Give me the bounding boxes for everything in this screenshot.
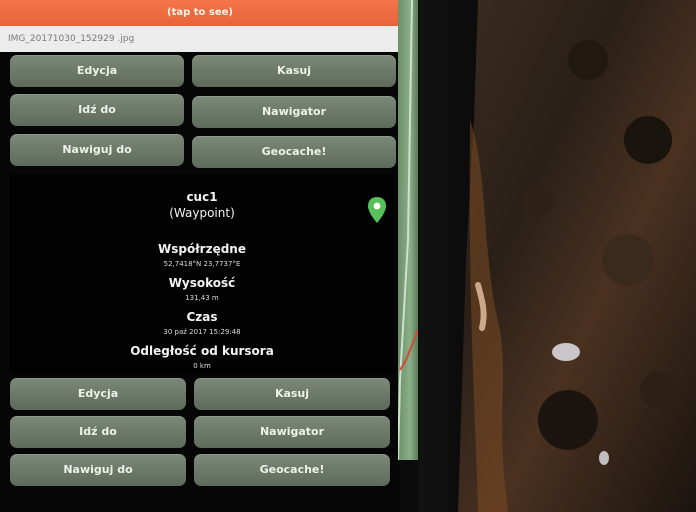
navigate-to-button-bottom[interactable]: Nawiguj do [10, 454, 186, 486]
time-value: 30 paź 2017 15:29:48 [163, 328, 241, 336]
soil-photo [448, 0, 696, 512]
time-label: Czas [186, 310, 218, 324]
edit-button-bottom[interactable]: Edycja [10, 378, 186, 410]
tap-to-see-bar[interactable]: (tap to see) [0, 0, 400, 26]
distance-value: 0 km [193, 362, 211, 370]
altitude-label: Wysokość [168, 276, 236, 290]
waypoint-info-panel: cuc1 (Waypoint) Współrzędne 52,7418°N 23… [10, 174, 394, 374]
navigate-to-button[interactable]: Nawiguj do [10, 134, 184, 166]
location-pin-icon[interactable] [366, 196, 388, 224]
photo-frame: (tap to see) IMG_20171030_152929 .jpg Ed… [0, 0, 696, 512]
delete-button[interactable]: Kasuj [192, 55, 396, 87]
delete-button-bottom[interactable]: Kasuj [194, 378, 390, 410]
waypoint-name: cuc1 [186, 190, 218, 204]
edit-button[interactable]: Edycja [10, 55, 184, 87]
map-strip[interactable] [397, 0, 419, 461]
go-to-button-bottom[interactable]: Idź do [10, 416, 186, 448]
distance-label: Odległość od kursora [130, 344, 274, 358]
coordinates-value: 52,7418°N 23,7737°E [163, 260, 241, 268]
coordinates-label: Współrzędne [158, 242, 246, 256]
navigator-button-bottom[interactable]: Nawigator [194, 416, 390, 448]
geocache-button-bottom[interactable]: Geocache! [194, 454, 390, 486]
navigator-button[interactable]: Nawigator [192, 96, 396, 128]
device-screen: (tap to see) IMG_20171030_152929 .jpg Ed… [0, 0, 400, 512]
geocache-button[interactable]: Geocache! [192, 136, 396, 168]
filename-field: IMG_20171030_152929 .jpg [0, 26, 400, 52]
altitude-value: 131,43 m [185, 294, 219, 302]
waypoint-type: (Waypoint) [169, 206, 235, 220]
go-to-button[interactable]: Idź do [10, 94, 184, 126]
map-road-lines [397, 0, 419, 461]
